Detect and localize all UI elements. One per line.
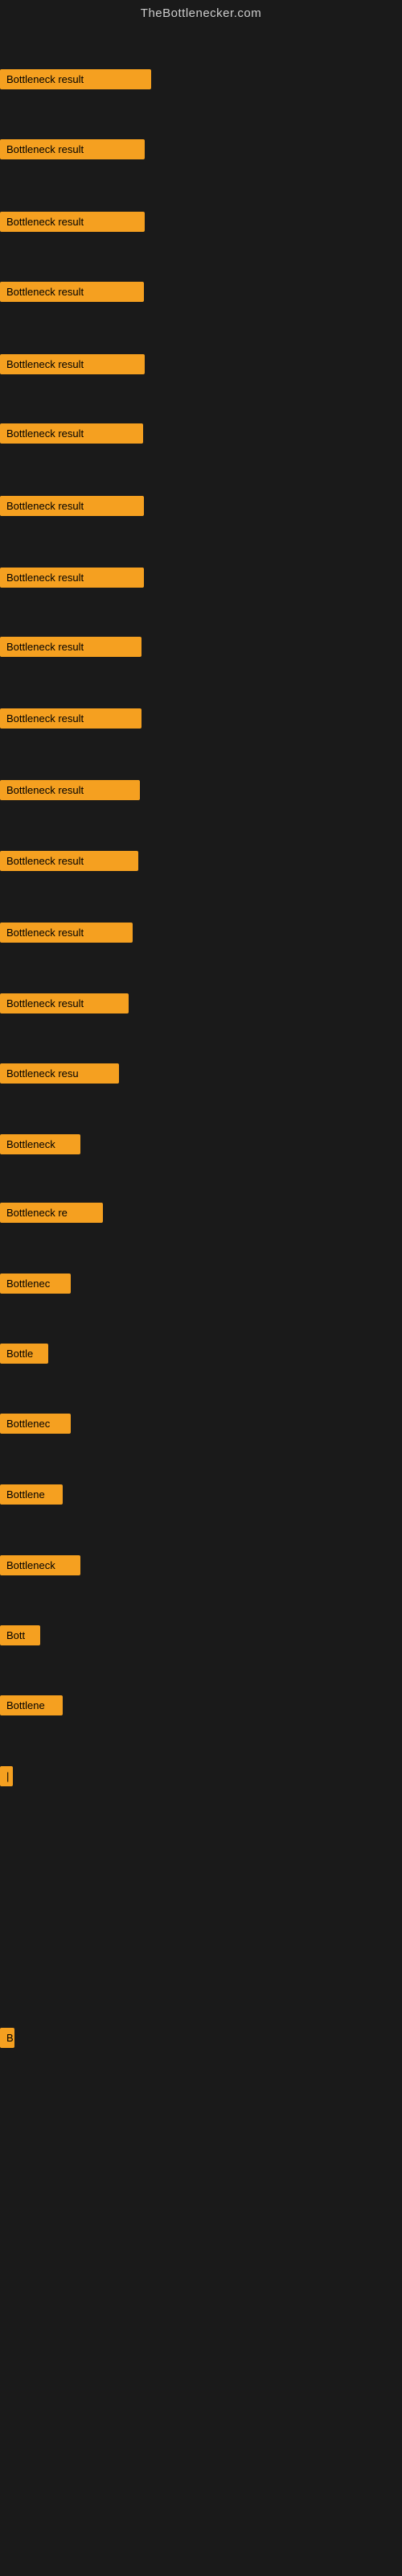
bottleneck-result-item: Bottleneck result [0,851,138,871]
bottleneck-result-item: Bottlene [0,1484,63,1505]
bottleneck-result-item: Bottleneck result [0,282,144,302]
bottleneck-result-item: Bottleneck re [0,1203,103,1223]
bottleneck-result-item: Bottleneck result [0,139,145,159]
bottleneck-result-item: Bottleneck result [0,780,140,800]
bottleneck-result-item: Bottleneck result [0,212,145,232]
bottleneck-result-item: Bottlene [0,1695,63,1715]
bottleneck-result-item: Bottleneck result [0,708,142,729]
bottleneck-result-item: Bottleneck result [0,637,142,657]
bottleneck-result-item: Bottleneck [0,1134,80,1154]
bottleneck-result-item: Bottleneck [0,1555,80,1575]
bottleneck-result-item: | [0,1766,13,1786]
bottleneck-result-item: Bottleneck resu [0,1063,119,1084]
bottleneck-result-item: Bottleneck result [0,923,133,943]
bottleneck-result-item: B [0,2028,14,2048]
bottleneck-result-item: Bottleneck result [0,496,144,516]
bottleneck-result-item: Bottle [0,1344,48,1364]
bottleneck-result-item: Bottleneck result [0,568,144,588]
bottleneck-result-item: Bottleneck result [0,993,129,1013]
bottleneck-result-item: Bottlenec [0,1274,71,1294]
bottleneck-result-item: Bottleneck result [0,423,143,444]
bottleneck-result-item: Bott [0,1625,40,1645]
site-title: TheBottlenecker.com [0,0,402,23]
bottleneck-result-item: Bottleneck result [0,69,151,89]
bottleneck-result-item: Bottlenec [0,1414,71,1434]
bottleneck-result-item: Bottleneck result [0,354,145,374]
